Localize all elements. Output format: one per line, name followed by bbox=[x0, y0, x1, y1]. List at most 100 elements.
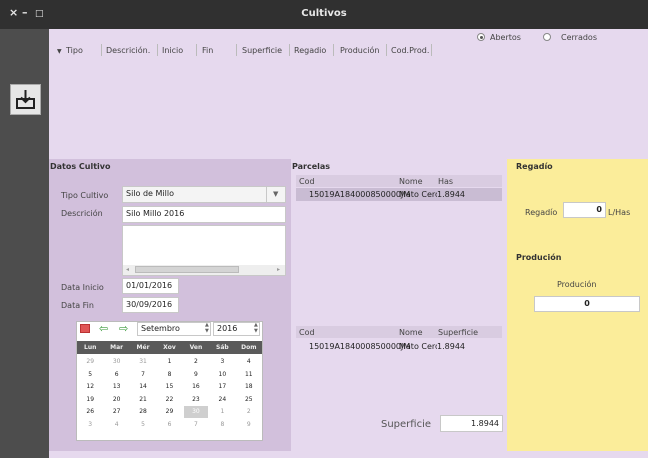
sort-arrow-icon: ▼ bbox=[57, 48, 62, 55]
scrollbar-thumb[interactable] bbox=[135, 266, 239, 273]
parcela-nome: Mato Cerqu bbox=[399, 190, 437, 199]
calendar-day[interactable]: 30 bbox=[104, 356, 128, 368]
calendar-day[interactable]: 31 bbox=[131, 356, 155, 368]
calendar-day[interactable]: 6 bbox=[157, 419, 181, 431]
column-header[interactable]: Cod bbox=[299, 328, 315, 337]
calendar-day[interactable]: 30 bbox=[183, 406, 209, 418]
column-header[interactable]: Regadio bbox=[294, 46, 326, 55]
calendar-day[interactable]: 4 bbox=[237, 356, 261, 368]
next-month-icon[interactable]: ⇨ bbox=[119, 322, 128, 335]
calendar-day[interactable]: 21 bbox=[131, 394, 155, 406]
calendar-day[interactable]: 7 bbox=[184, 419, 208, 431]
scroll-right-icon[interactable]: ▸ bbox=[277, 266, 280, 273]
calendar-day[interactable]: 14 bbox=[131, 381, 155, 393]
calendar-day[interactable]: 2 bbox=[184, 356, 208, 368]
column-header[interactable]: Cod bbox=[299, 177, 315, 186]
column-header[interactable]: Nome bbox=[399, 328, 423, 337]
calendar-icon[interactable] bbox=[80, 324, 90, 333]
calendar-day[interactable]: 1 bbox=[157, 356, 181, 368]
superficie-total: 1.8944 bbox=[440, 415, 503, 432]
column-header[interactable]: Cod.Prod. bbox=[391, 46, 429, 55]
month-spin-icon[interactable]: ▲ ▼ bbox=[205, 322, 209, 334]
calendar-day[interactable]: 5 bbox=[131, 419, 155, 431]
calendar-day[interactable]: 6 bbox=[104, 369, 128, 381]
calendar-day[interactable]: 9 bbox=[237, 419, 261, 431]
calendar-day[interactable]: 8 bbox=[210, 419, 234, 431]
column-header[interactable]: Has bbox=[438, 177, 453, 186]
weekday-label: Mér bbox=[136, 344, 150, 351]
calendar-day[interactable]: 20 bbox=[104, 394, 128, 406]
weekday-label: Ven bbox=[189, 344, 203, 351]
calendar-day[interactable]: 22 bbox=[157, 394, 181, 406]
calendar-day[interactable]: 19 bbox=[78, 394, 102, 406]
cerrados-radio[interactable] bbox=[543, 33, 551, 41]
year-spinner[interactable]: 2016 bbox=[213, 322, 260, 336]
data-inicio-input[interactable]: 01/01/2016 bbox=[122, 278, 179, 294]
cerrados-label: Cerrados bbox=[561, 33, 597, 42]
calendar-day[interactable]: 8 bbox=[157, 369, 181, 381]
column-header[interactable]: Descrición. bbox=[106, 46, 150, 55]
calendar-day[interactable]: 18 bbox=[237, 381, 261, 393]
producion-value: 0 bbox=[584, 299, 590, 308]
column-divider bbox=[101, 44, 102, 56]
save-button[interactable] bbox=[10, 84, 41, 115]
weekday-label: Lun bbox=[84, 344, 97, 351]
column-header[interactable]: Produción bbox=[340, 46, 379, 55]
calendar-day[interactable]: 3 bbox=[78, 419, 102, 431]
month-spinner[interactable]: Setembro bbox=[137, 322, 211, 336]
scroll-left-icon[interactable]: ◂ bbox=[126, 266, 129, 273]
horizontal-scrollbar[interactable]: ◂ ▸ bbox=[123, 265, 285, 275]
parcelas-heading: Parcelas bbox=[292, 162, 331, 171]
calendar-day[interactable]: 26 bbox=[78, 406, 102, 418]
calendar-day[interactable]: 2 bbox=[237, 406, 261, 418]
calendar-day[interactable]: 13 bbox=[104, 381, 128, 393]
regadio-input[interactable]: 0 bbox=[563, 202, 606, 218]
window-title: Cultivos bbox=[301, 8, 347, 19]
calendar-day[interactable]: 27 bbox=[104, 406, 128, 418]
year-spin-icon[interactable]: ▲ ▼ bbox=[254, 322, 258, 334]
tipo-cultivo-select[interactable]: Silo de Millo bbox=[122, 186, 286, 203]
calendar-day[interactable]: 24 bbox=[210, 394, 234, 406]
month-value: Setembro bbox=[141, 324, 180, 333]
data-fin-label: Data Fin bbox=[61, 301, 94, 310]
producion-input[interactable]: 0 bbox=[534, 296, 640, 312]
calendar-day[interactable]: 23 bbox=[184, 394, 208, 406]
year-value: 2016 bbox=[217, 324, 238, 333]
calendar-day[interactable]: 15 bbox=[157, 381, 181, 393]
datos-cultivo-heading: Datos Cultivo bbox=[50, 162, 111, 171]
column-header[interactable]: Inicio bbox=[162, 46, 183, 55]
calendar-day[interactable]: 12 bbox=[78, 381, 102, 393]
calendar-day[interactable]: 1 bbox=[210, 406, 234, 418]
calendar-day[interactable]: 10 bbox=[210, 369, 234, 381]
calendar-day[interactable]: 4 bbox=[104, 419, 128, 431]
calendar-day[interactable]: 29 bbox=[157, 406, 181, 418]
save-icon bbox=[16, 90, 35, 109]
abertos-radio[interactable] bbox=[477, 33, 485, 41]
column-header[interactable]: Tipo bbox=[66, 46, 83, 55]
descricion-input[interactable]: Silo Millo 2016 bbox=[122, 206, 286, 223]
calendar-day[interactable]: 11 bbox=[237, 369, 261, 381]
weekday-label: Dom bbox=[241, 344, 257, 351]
previous-month-icon[interactable]: ⇦ bbox=[99, 322, 108, 335]
data-fin-input[interactable]: 30/09/2016 bbox=[122, 297, 179, 313]
calendar-day[interactable]: 9 bbox=[184, 369, 208, 381]
column-divider bbox=[431, 44, 432, 56]
column-divider bbox=[289, 44, 290, 56]
calendar-day[interactable]: 25 bbox=[237, 394, 261, 406]
regadio-heading: Regadío bbox=[516, 162, 553, 171]
regadio-label: Regadío bbox=[525, 208, 558, 217]
column-header[interactable]: Superficie bbox=[438, 328, 478, 337]
column-header[interactable]: Fin bbox=[202, 46, 213, 55]
parcela-cod: 15019A184000850000JM bbox=[309, 190, 411, 199]
chevron-down-icon: ▼ bbox=[273, 190, 279, 198]
calendar-day[interactable]: 7 bbox=[131, 369, 155, 381]
calendar-day[interactable]: 28 bbox=[131, 406, 155, 418]
column-header[interactable]: Nome bbox=[399, 177, 423, 186]
column-header[interactable]: Superficie bbox=[242, 46, 282, 55]
calendar-day[interactable]: 29 bbox=[78, 356, 102, 368]
calendar-day[interactable]: 3 bbox=[210, 356, 234, 368]
calendar-day[interactable]: 5 bbox=[78, 369, 102, 381]
calendar-day[interactable]: 16 bbox=[184, 381, 208, 393]
descricion-value: Silo Millo 2016 bbox=[126, 209, 185, 218]
calendar-day[interactable]: 17 bbox=[210, 381, 234, 393]
